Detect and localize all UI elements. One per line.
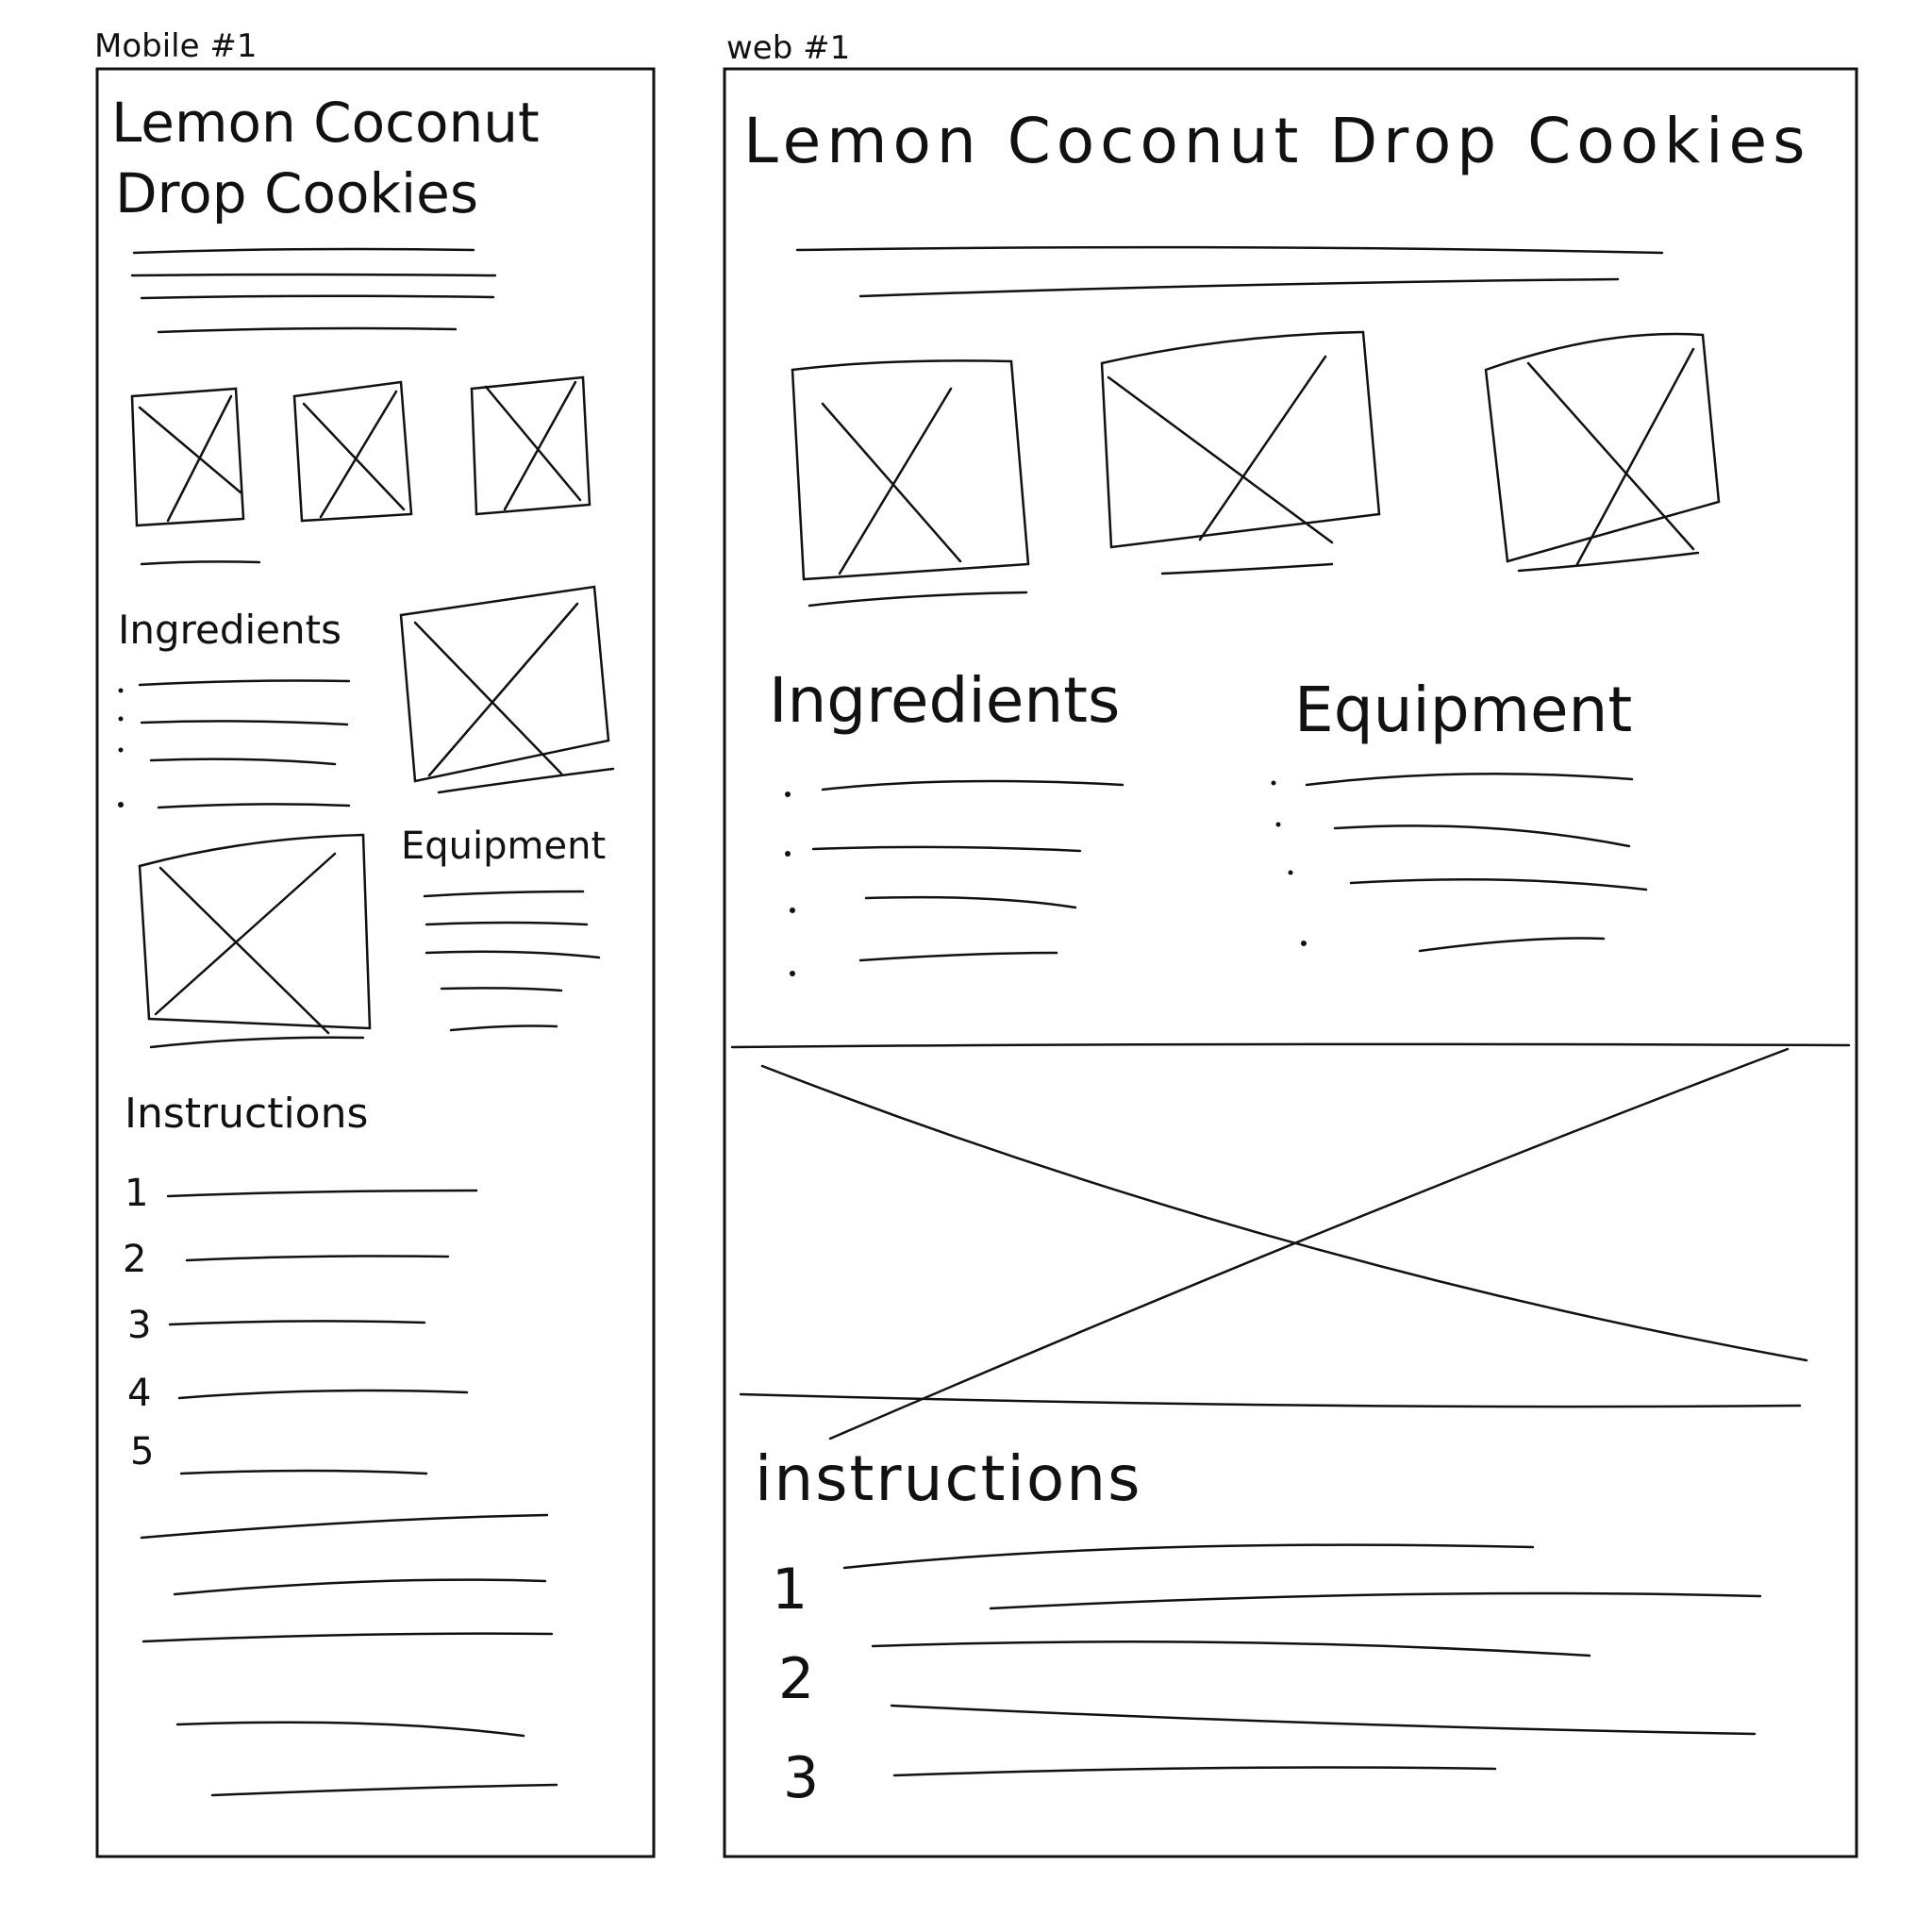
mobile-step-number-2: 2 (123, 1238, 146, 1281)
web-frame-label: web #1 (726, 29, 850, 67)
mobile-step-number-4: 4 (127, 1372, 151, 1415)
web-instructions-heading: instructions (755, 1442, 1142, 1515)
web-step-number-3: 3 (783, 1745, 819, 1811)
mobile-image-placeholder-1 (130, 387, 261, 566)
web-image-placeholder-1 (791, 359, 1030, 608)
web-image-placeholder-2 (1100, 330, 1381, 575)
web-equipment-list (1271, 772, 1648, 953)
mobile-ingredient-list (118, 679, 351, 809)
mobile-equipment-heading: Equipment (401, 824, 606, 868)
mobile-equipment-list (423, 890, 601, 1032)
web-frame (723, 67, 1858, 1858)
mobile-image-placeholder-2 (292, 380, 413, 523)
mobile-image-placeholder-3 (470, 375, 591, 516)
web-description-lines (795, 245, 1664, 298)
web-image-placeholder-3 (1484, 332, 1721, 573)
mobile-frame-label: Mobile #1 (94, 27, 257, 65)
wireframe-sketch: Mobile #1 Lemon Coconut Drop Cookies Ing… (94, 27, 1858, 1858)
web-ingredients-heading: Ingredients (769, 664, 1120, 737)
mobile-instructions-heading: Instructions (125, 1090, 368, 1138)
web-title: Lemon Coconut Drop Cookies (743, 105, 1811, 177)
web-ingredient-list (785, 779, 1124, 976)
web-equipment-heading: Equipment (1294, 674, 1632, 746)
mobile-frame (95, 67, 656, 1858)
mobile-step-number-3: 3 (127, 1304, 151, 1347)
mobile-description-lines (130, 247, 497, 334)
mobile-title-line1: Lemon Coconut (111, 91, 540, 155)
mobile-step-number-5: 5 (130, 1430, 154, 1474)
web-step-number-2: 2 (778, 1646, 814, 1712)
web-hero-image-placeholder (730, 1042, 1851, 1441)
web-instruction-steps: 1 2 3 (772, 1543, 1762, 1811)
mobile-image-placeholder-ingredients (399, 585, 615, 794)
mobile-title-line2: Drop Cookies (115, 161, 478, 225)
mobile-instruction-steps: 1 2 3 4 5 (123, 1172, 558, 1797)
mobile-image-placeholder-equipment (138, 833, 372, 1049)
mobile-ingredients-heading: Ingredients (118, 607, 341, 653)
mobile-step-number-1: 1 (125, 1172, 148, 1215)
web-step-number-1: 1 (772, 1557, 808, 1623)
